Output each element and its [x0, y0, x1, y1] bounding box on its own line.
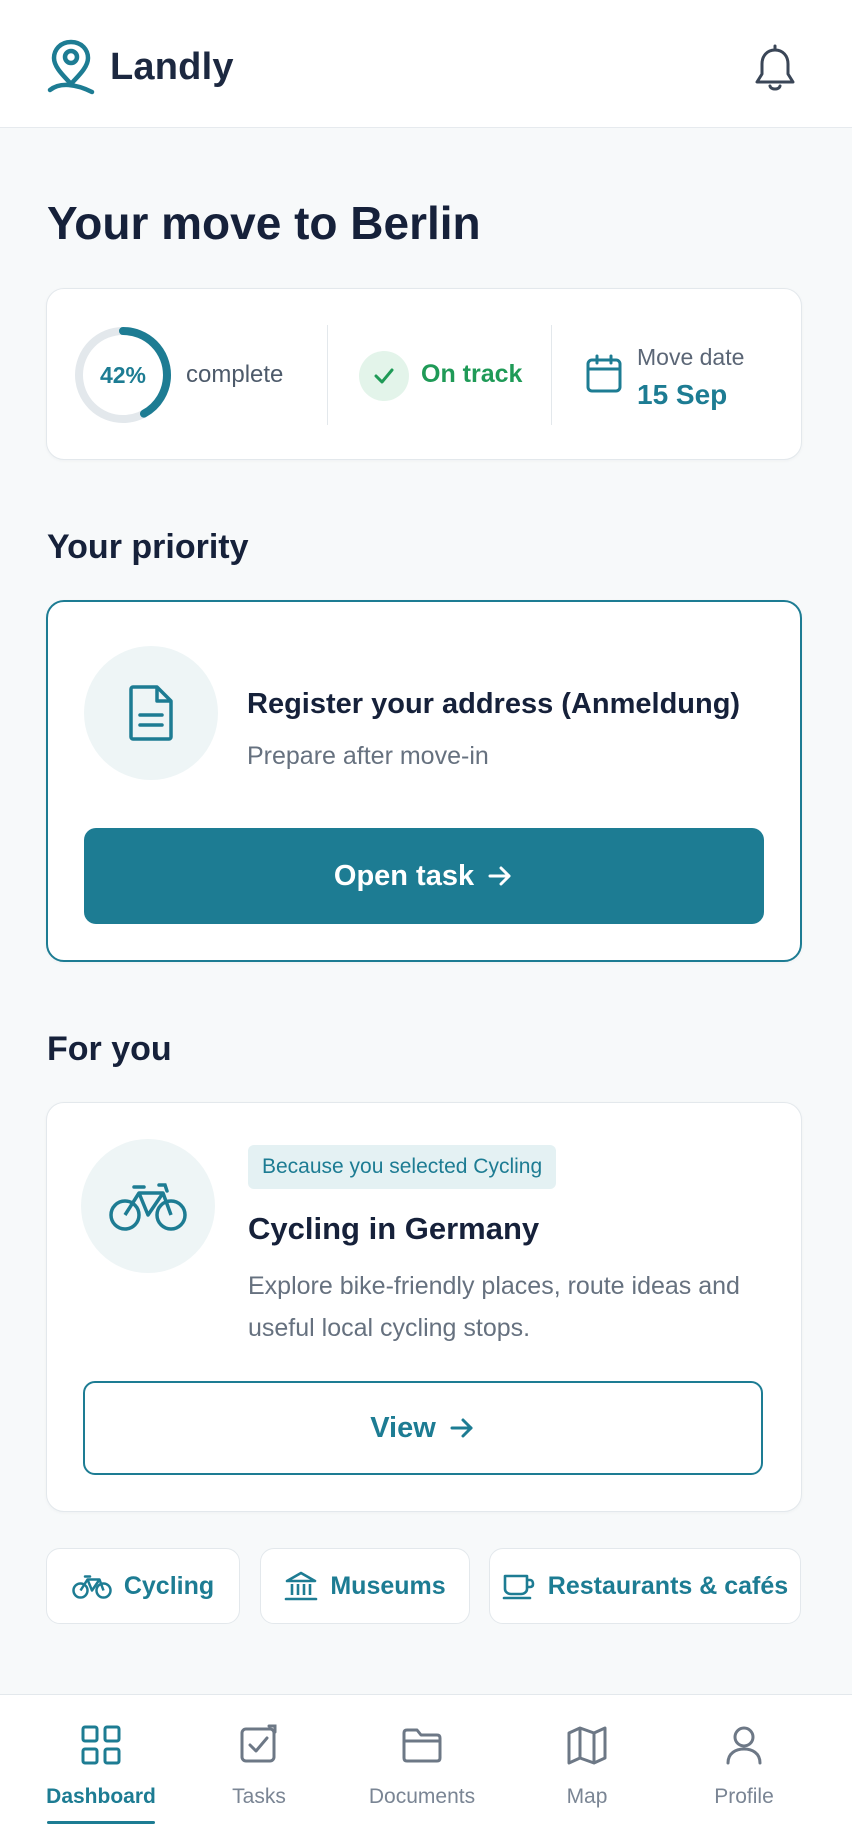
- complete-label: complete: [186, 361, 284, 388]
- open-task-button[interactable]: Open task: [84, 828, 764, 924]
- move-date-label: Move date: [637, 344, 745, 370]
- nav-documents[interactable]: Documents: [347, 1723, 497, 1827]
- location-pin-logo-icon: [47, 39, 95, 95]
- app-logo[interactable]: Landly: [46, 38, 234, 96]
- arrow-right-icon: [450, 1418, 473, 1438]
- recommendation-description: Explore bike-friendly places, route idea…: [248, 1272, 740, 1342]
- arrow-right-icon: [488, 866, 511, 886]
- check-circle: [359, 351, 409, 401]
- divider: [551, 325, 552, 425]
- bottom-navigation: Dashboard Tasks Documents Map Profile: [0, 1694, 852, 1846]
- chip-restaurants-cafes[interactable]: Restaurants & cafés: [489, 1548, 801, 1624]
- progress-percent: 42%: [99, 361, 147, 388]
- task-check-icon: [240, 1724, 277, 1763]
- user-icon: [726, 1726, 762, 1765]
- reason-badge: Because you selected Cycling: [248, 1145, 557, 1189]
- nav-label: Tasks: [232, 1785, 286, 1808]
- museum-icon: [285, 1571, 318, 1601]
- app-header: Landly: [0, 0, 852, 128]
- divider: [327, 325, 328, 425]
- priority-task-card: Register your address (Anmeldung) Prepar…: [46, 600, 802, 962]
- on-track-status: On track: [421, 360, 523, 388]
- chip-label: Museums: [330, 1571, 446, 1600]
- priority-task-title: Register your address (Anmeldung): [247, 688, 741, 720]
- nav-label: Map: [566, 1785, 608, 1808]
- recommendation-title: Cycling in Germany: [248, 1211, 540, 1246]
- calendar-icon: [586, 354, 622, 393]
- nav-profile[interactable]: Profile: [669, 1723, 819, 1827]
- priority-section-title: Your priority: [47, 528, 249, 566]
- document-icon: [129, 685, 173, 741]
- bicycle-icon: [109, 1183, 187, 1231]
- nav-map[interactable]: Map: [512, 1723, 662, 1827]
- view-button[interactable]: View: [83, 1381, 763, 1475]
- bicycle-icon: [72, 1575, 112, 1599]
- move-date-value: 15 Sep: [637, 379, 728, 410]
- document-icon-circle: [84, 646, 218, 780]
- chip-cycling[interactable]: Cycling: [46, 1548, 240, 1624]
- bicycle-icon-circle: [81, 1139, 215, 1273]
- page-title: Your move to Berlin: [47, 197, 481, 249]
- dashboard-grid-icon: [81, 1725, 121, 1765]
- nav-label: Dashboard: [46, 1785, 156, 1808]
- view-label: View: [370, 1411, 436, 1444]
- nav-dashboard[interactable]: Dashboard: [26, 1723, 176, 1827]
- app-name: Landly: [110, 45, 234, 88]
- priority-task-subtitle: Prepare after move-in: [247, 742, 489, 770]
- bell-icon[interactable]: [752, 44, 798, 94]
- checkmark-icon: [374, 368, 394, 384]
- foryou-section-title: For you: [47, 1030, 172, 1068]
- active-tab-indicator: [47, 1821, 155, 1824]
- chip-label: Restaurants & cafés: [547, 1571, 789, 1600]
- move-status-card: 42% complete On track Move date 15 Sep: [46, 288, 802, 460]
- map-icon: [567, 1726, 607, 1765]
- chip-label: Cycling: [123, 1571, 215, 1600]
- chip-museums[interactable]: Museums: [260, 1548, 470, 1624]
- coffee-cup-icon: [502, 1574, 535, 1600]
- nav-tasks[interactable]: Tasks: [184, 1723, 334, 1827]
- nav-label: Profile: [714, 1785, 774, 1808]
- recommendation-card: Because you selected Cycling Cycling in …: [46, 1102, 802, 1512]
- folder-icon: [402, 1728, 442, 1763]
- open-task-label: Open task: [333, 859, 475, 892]
- nav-label: Documents: [368, 1785, 476, 1808]
